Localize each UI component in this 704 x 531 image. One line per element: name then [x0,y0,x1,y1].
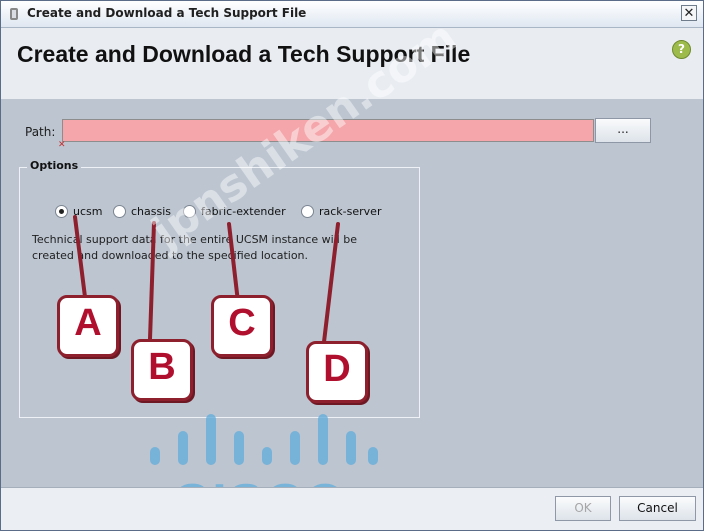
callout-a-letter: A [74,302,102,344]
browse-button[interactable]: ... [595,118,651,143]
callout-a: A [57,295,119,357]
path-label: Path: [25,125,56,139]
callout-b-letter: B [148,346,176,388]
dialog-window: Create and Download a Tech Support File … [0,0,704,531]
cisco-bars-icon [150,414,378,465]
window-title: Create and Download a Tech Support File [27,6,307,20]
radio-ucsm-button[interactable] [55,205,68,218]
cancel-button[interactable]: Cancel [619,496,696,521]
close-icon: ✕ [683,6,695,21]
radio-rack-server-label[interactable]: rack-server [319,205,381,218]
callout-d: D [306,341,368,403]
ok-button[interactable]: OK [555,496,611,521]
radio-ucsm-label[interactable]: ucsm [73,205,102,218]
radio-chassis-button[interactable] [113,205,126,218]
callout-c-letter: C [228,302,256,344]
callout-d-letter: D [323,348,351,390]
help-icon[interactable]: ? [672,40,691,59]
close-button[interactable]: ✕ [681,5,697,21]
options-label: Options [27,159,82,172]
error-icon: ✕ [58,140,66,150]
callout-c: C [211,295,273,357]
callout-b: B [131,339,193,401]
option-description: Technical support data for the entire UC… [32,233,358,262]
radio-rack-server-button[interactable] [301,205,314,218]
footer-bar: OK Cancel [1,487,703,530]
app-icon [10,8,18,20]
title-bar[interactable]: Create and Download a Tech Support File … [1,1,703,28]
